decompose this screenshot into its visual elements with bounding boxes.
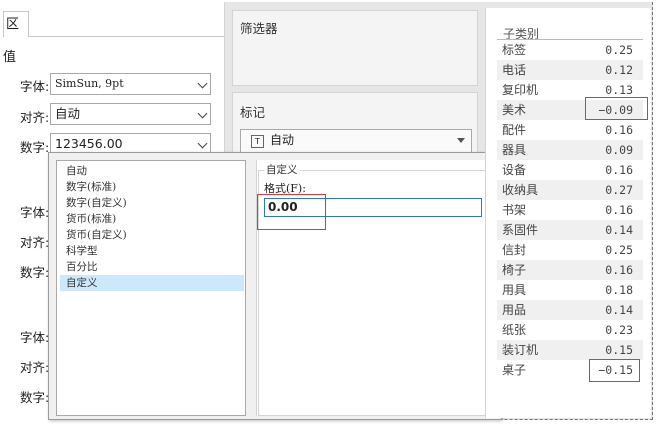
highlight-box [585, 97, 648, 120]
text-mark-icon: T [251, 135, 264, 148]
caret-down-icon [457, 138, 465, 143]
row-label: 复印机 [502, 83, 539, 97]
row-value: 0.15 [605, 343, 633, 357]
mark-type-dropdown[interactable]: T 自动 [240, 129, 472, 153]
font-label: 字体: [20, 205, 50, 220]
row-value: 0.16 [605, 263, 633, 277]
row-value: 0.23 [605, 323, 633, 337]
row-label: 配件 [502, 123, 527, 137]
chevron-down-icon [197, 138, 208, 149]
align-label: 对齐: [20, 360, 50, 375]
tab-divider [29, 36, 225, 37]
font-dropdown[interactable]: SimSun, 9pt [50, 73, 211, 95]
font-label: 字体: [20, 330, 50, 345]
row-label: 信封 [502, 243, 527, 257]
filters-title: 筛选器 [240, 21, 278, 36]
row-label: 设备 [502, 163, 527, 177]
mark-type-value: 自动 [270, 133, 295, 147]
highlight-box [589, 359, 640, 382]
row-label: 桌子 [502, 363, 527, 377]
list-item[interactable]: 货币(标准) [60, 211, 244, 227]
row-label: 美术 [502, 103, 527, 117]
font-label: 字体: [20, 79, 50, 94]
align-dropdown[interactable]: 自动 [50, 103, 211, 125]
row-value: 0.25 [605, 243, 633, 257]
row-label: 纸张 [502, 323, 527, 337]
row-label: 标签 [502, 43, 527, 57]
row-label: 器具 [502, 143, 527, 157]
highlight-box [257, 194, 326, 230]
row-value: 0.16 [605, 123, 633, 137]
row-value: 0.18 [605, 283, 633, 297]
number-value: 123456.00 [55, 136, 123, 151]
row-label: 用具 [502, 283, 527, 297]
list-item-selected[interactable]: 自定义 [60, 275, 244, 291]
header-divider [497, 39, 643, 40]
row-label: 椅子 [502, 263, 527, 277]
row-value: 0.14 [605, 223, 633, 237]
row-label: 系固件 [502, 223, 539, 237]
row-value: 0.13 [605, 83, 633, 97]
row-value: 0.12 [605, 63, 633, 77]
row-value: 0.14 [605, 303, 633, 317]
list-item[interactable]: 货币(自定义) [60, 227, 244, 243]
row-label: 装订机 [502, 343, 539, 357]
align-label: 对齐: [20, 235, 50, 250]
number-label: 数字: [20, 390, 50, 405]
align-value: 自动 [55, 106, 81, 121]
list-item[interactable]: 百分比 [60, 259, 244, 275]
list-item[interactable]: 数字(标准) [60, 179, 244, 195]
list-item[interactable]: 数字(自定义) [60, 195, 244, 211]
row-label: 电话 [502, 63, 527, 77]
section-title: 值 [3, 50, 17, 65]
row-value: 0.16 [605, 163, 633, 177]
tab-area[interactable]: 区 [3, 11, 29, 37]
row-value: 0.09 [605, 143, 633, 157]
row-value: 0.16 [605, 203, 633, 217]
row-label: 书架 [502, 203, 527, 217]
marks-title: 标记 [240, 105, 266, 120]
row-value: 0.27 [605, 183, 633, 197]
format-category-list[interactable]: 自动 数字(标准) 数字(自定义) 货币(标准) 货币(自定义) 科学型 百分比… [56, 160, 246, 416]
row-label: 用品 [502, 303, 527, 317]
align-label: 对齐: [20, 110, 50, 125]
custom-group-title: 自定义 [264, 162, 300, 177]
list-item[interactable]: 自动 [60, 163, 244, 179]
chevron-down-icon [197, 108, 208, 119]
number-label: 数字: [20, 265, 50, 280]
font-value: SimSun, 9pt [55, 77, 124, 90]
chevron-down-icon [197, 78, 208, 89]
number-label: 数字: [20, 140, 50, 155]
row-value: 0.25 [605, 43, 633, 57]
list-item[interactable]: 科学型 [60, 243, 244, 259]
row-label: 收纳具 [502, 183, 539, 197]
